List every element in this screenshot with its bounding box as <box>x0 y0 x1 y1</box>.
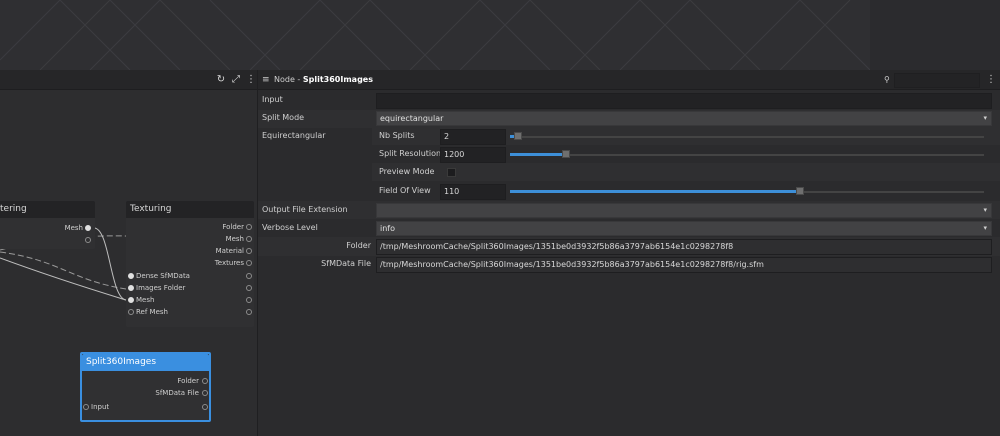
port-dot[interactable] <box>246 273 252 279</box>
search-input[interactable] <box>894 73 980 88</box>
node-editor: ≡ Node - Split360Images ⚲ ⋮ Input Split … <box>258 70 1000 436</box>
sfmdata-output-field[interactable]: /tmp/MeshroomCache/Split360Images/1351be… <box>376 257 992 273</box>
port-label: Material <box>215 247 244 255</box>
attr-label-input: Input <box>262 95 283 104</box>
port-label: Input <box>91 403 110 411</box>
port-dot[interactable] <box>246 236 252 242</box>
output-port-textures: Textures <box>144 257 244 269</box>
input-port-mesh: Mesh <box>136 294 236 306</box>
title-node-name: Split360Images <box>302 75 373 84</box>
output-port-mesh: Mesh <box>3 222 83 234</box>
preview-mode-checkbox[interactable] <box>447 168 456 177</box>
title-prefix: Node - <box>274 75 303 84</box>
split-resolution-slider-fill <box>510 153 564 156</box>
node-meshfiltering[interactable]: tering Mesh <box>0 201 95 249</box>
port-dot[interactable] <box>85 225 91 231</box>
attr-label-split-resolution: Split Resolution <box>379 149 442 158</box>
attr-label-folder: Folder <box>346 241 371 250</box>
node-split360images[interactable]: Split360Images Folder SfMData File Input <box>80 352 211 422</box>
nb-splits-input[interactable]: 2 <box>440 129 506 145</box>
split-resolution-input[interactable]: 1200 <box>440 147 506 163</box>
port-dot[interactable] <box>246 248 252 254</box>
node-title: Texturing <box>126 201 254 218</box>
split-resolution-slider-handle[interactable] <box>562 150 570 158</box>
split-mode-select[interactable]: equirectangular ▾ <box>376 111 992 126</box>
fov-slider-handle[interactable] <box>796 187 804 195</box>
port-label: Folder <box>222 223 244 231</box>
row-bg <box>372 163 1000 181</box>
attr-label-equirectangular: Equirectangular <box>262 131 326 140</box>
node-title: Split360Images <box>82 354 209 371</box>
port-dot[interactable] <box>128 309 134 315</box>
3d-viewport[interactable] <box>0 0 870 70</box>
editor-title: Node - Split360Images <box>274 70 373 90</box>
port-dot[interactable] <box>128 273 134 279</box>
output-port-sfmdata-file: SfMData File <box>89 387 199 399</box>
graph-editor[interactable]: ↻ ⤢ ⋮ tering Mesh Texturing Folder Mesh … <box>0 70 258 436</box>
port-dot[interactable] <box>83 404 89 410</box>
split-mode-value: equirectangular <box>380 114 444 123</box>
attr-label-preview-mode: Preview Mode <box>379 167 435 176</box>
port-dot[interactable] <box>246 285 252 291</box>
port-dot[interactable] <box>246 297 252 303</box>
chevron-down-icon: ▾ <box>983 224 987 232</box>
attr-label-nb-splits: Nb Splits <box>379 131 415 140</box>
folder-output-field[interactable]: /tmp/MeshroomCache/Split360Images/1351be… <box>376 239 992 255</box>
input-port-input: Input <box>91 401 151 413</box>
port-dot[interactable] <box>202 378 208 384</box>
attr-label-sfmdata-file: SfMData File <box>321 259 371 268</box>
app-root: ↻ ⤢ ⋮ tering Mesh Texturing Folder Mesh … <box>0 0 1000 436</box>
nb-splits-slider-track[interactable] <box>510 136 984 138</box>
output-port-mesh: Mesh <box>144 233 244 245</box>
output-port-folder: Folder <box>144 221 244 233</box>
port-dot[interactable] <box>128 285 134 291</box>
node-title: tering <box>0 201 95 218</box>
input-port-ref-mesh: Ref Mesh <box>136 306 236 318</box>
port-label: Dense SfMData <box>136 272 190 280</box>
verbose-level-value: info <box>380 224 396 233</box>
search-icon: ⚲ <box>884 75 890 84</box>
editor-header: ≡ Node - Split360Images ⚲ ⋮ <box>258 70 1000 90</box>
port-dot[interactable] <box>246 309 252 315</box>
nb-splits-slider-handle[interactable] <box>514 132 522 140</box>
input-field[interactable] <box>376 93 992 109</box>
more-options-icon[interactable]: ⋮ <box>986 70 996 90</box>
port-label: Mesh <box>225 235 244 243</box>
verbose-level-select[interactable]: info ▾ <box>376 221 992 236</box>
port-dot[interactable] <box>246 224 252 230</box>
chevron-down-icon: ▾ <box>983 114 987 122</box>
port-dot[interactable] <box>202 404 208 410</box>
fov-slider-fill <box>510 190 800 193</box>
port-label: Images Folder <box>136 284 186 292</box>
port-label: Folder <box>177 377 199 385</box>
attr-label-verbose-level: Verbose Level <box>262 223 318 232</box>
port-dot[interactable] <box>128 297 134 303</box>
output-port-material: Material <box>144 245 244 257</box>
attr-label-field-of-view: Field Of View <box>379 186 431 195</box>
menu-icon[interactable]: ≡ <box>262 70 270 90</box>
chevron-down-icon: ▾ <box>983 206 987 214</box>
attr-label-split-mode: Split Mode <box>262 113 305 122</box>
viewport-side-panel <box>870 0 1000 70</box>
split-resolution-slider-track[interactable] <box>510 154 984 156</box>
port-label: Mesh <box>136 296 155 304</box>
node-texturing[interactable]: Texturing Folder Mesh Material Textures … <box>126 201 254 327</box>
port-label: Ref Mesh <box>136 308 168 316</box>
port-label: SfMData File <box>155 389 199 397</box>
input-port-dense-sfmdata: Dense SfMData <box>136 270 236 282</box>
output-extension-select[interactable]: ▾ <box>376 203 992 218</box>
output-port-folder: Folder <box>89 375 199 387</box>
port-dot[interactable] <box>202 390 208 396</box>
input-port-images-folder: Images Folder <box>136 282 236 294</box>
port-dot[interactable] <box>85 237 91 243</box>
viewport-grid <box>0 0 870 70</box>
field-of-view-input[interactable]: 110 <box>440 184 506 200</box>
port-label: Mesh <box>64 224 83 232</box>
attr-label-output-file-extension: Output File Extension <box>262 205 348 214</box>
port-dot[interactable] <box>246 260 252 266</box>
port-label: Textures <box>214 259 244 267</box>
